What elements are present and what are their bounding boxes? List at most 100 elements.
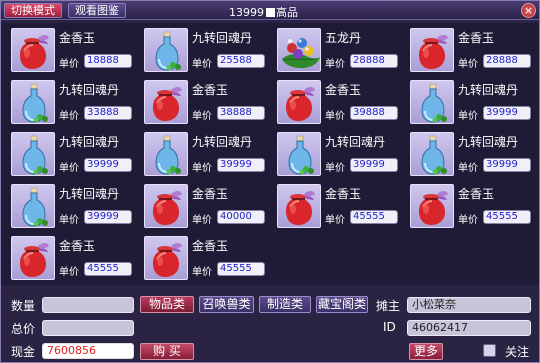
item-slot[interactable]: 金香玉单价 28888 (404, 25, 534, 76)
price-label: 单价 (325, 215, 345, 226)
item-name: 金香玉 (192, 83, 229, 97)
item-price: 39999 (350, 158, 398, 172)
item-price: 45555 (483, 210, 531, 224)
item-slot[interactable]: 金香玉 单价 40000 (138, 181, 268, 232)
item-slot[interactable]: 九转回魂丹 单价 39999 (5, 129, 135, 180)
category-items-tab[interactable]: 物品类 (140, 296, 194, 313)
stall-title: 13999 高品 (229, 4, 298, 20)
item-price: 39999 (483, 158, 531, 172)
category-crafting-tab[interactable]: 制造类 (259, 296, 311, 313)
item-name: 九转回魂丹 (192, 31, 253, 45)
item-slot[interactable]: 九转回魂丹单价 39999 (271, 129, 401, 180)
more-button[interactable]: 更多 (409, 343, 443, 360)
close-icon: × (523, 4, 534, 17)
red-pouch-icon (11, 28, 55, 72)
item-price: 25588 (217, 54, 265, 68)
price-label: 单价 (458, 59, 478, 70)
item-slot[interactable]: 九转回魂丹单价 39999 (138, 129, 268, 180)
item-slot[interactable]: 九转回魂丹 单价 25588 (138, 25, 268, 76)
red-pouch-icon (144, 80, 188, 124)
item-price: 39999 (217, 158, 265, 172)
view-catalog-button[interactable]: 观看图鉴 (68, 3, 126, 18)
item-slot[interactable]: 金香玉 单价 39888 (271, 77, 401, 128)
price-label: 单价 (59, 163, 79, 174)
owner-label: 摊主 (376, 299, 401, 313)
item-price: 33888 (84, 106, 132, 120)
item-slot[interactable]: 金香玉单价 45555 (5, 233, 135, 284)
item-price: 28888 (350, 54, 398, 68)
title-bar: 切换模式 观看图鉴 13999 高品 × (1, 1, 539, 20)
item-slot[interactable]: 九转回魂丹 单价 39999 (5, 181, 135, 232)
stall-window: 切换模式 观看图鉴 13999 高品 × 金香玉 单价 18888 九转回魂丹 单价 255… (0, 0, 540, 363)
item-price: 39999 (84, 158, 132, 172)
price-label: 单价 (325, 163, 345, 174)
id-label: ID (383, 320, 396, 334)
five-dragon-pill-icon (277, 28, 321, 72)
item-slot[interactable]: 金香玉 单价 45555 (138, 233, 268, 284)
category-pets-tab[interactable]: 召唤兽类 (199, 296, 254, 313)
price-label: 单价 (325, 59, 345, 70)
item-slot[interactable]: 金香玉单价 38888 (138, 77, 268, 128)
item-name: 五龙丹 (325, 31, 362, 45)
item-slot[interactable]: 九转回魂丹 单价 39999 (404, 77, 534, 128)
price-label: 单价 (192, 267, 212, 278)
square-icon (266, 8, 275, 17)
trade-panel: 数量 物品类 召唤兽类 制造类 藏宝阁类 摊主 小松菜奈 总价 ID 46062… (1, 286, 539, 362)
stall-grade: 高品 (276, 6, 298, 19)
item-name: 金香玉 (458, 187, 495, 201)
item-price: 39888 (350, 106, 398, 120)
item-name: 九转回魂丹 (192, 135, 253, 149)
follow-label: 关注 (505, 345, 530, 359)
price-label: 单价 (192, 163, 212, 174)
price-label: 单价 (458, 163, 478, 174)
item-price: 28888 (483, 54, 531, 68)
follow-checkbox[interactable] (483, 344, 496, 357)
item-slot[interactable]: 九转回魂丹 单价 33888 (5, 77, 135, 128)
red-pouch-icon (144, 236, 188, 280)
price-label: 单价 (59, 267, 79, 278)
price-label: 单价 (59, 59, 79, 70)
item-name: 金香玉 (325, 187, 362, 201)
price-label: 单价 (458, 111, 478, 122)
item-name: 金香玉 (325, 83, 362, 97)
item-name: 金香玉 (59, 31, 96, 45)
buy-button[interactable]: 购 买 (140, 343, 194, 360)
red-pouch-icon (410, 184, 454, 228)
item-name: 金香玉 (59, 239, 96, 253)
owner-name-field: 小松菜奈 (407, 297, 531, 313)
red-pouch-icon (277, 184, 321, 228)
price-label: 单价 (59, 111, 79, 122)
quantity-label: 数量 (11, 299, 36, 313)
item-name: 金香玉 (458, 31, 495, 45)
price-label: 单价 (192, 215, 212, 226)
item-slot[interactable]: 金香玉 单价 45555 (271, 181, 401, 232)
item-price: 18888 (84, 54, 132, 68)
item-grid: 金香玉 单价 18888 九转回魂丹 单价 25588 五龙丹 单价 28888 金香玉 单价 288… (1, 23, 539, 285)
blue-bottle-icon (11, 132, 55, 176)
blue-bottle-icon (277, 132, 321, 176)
total-price-field (42, 320, 134, 336)
item-slot[interactable]: 九转回魂丹单价 39999 (404, 129, 534, 180)
item-price: 45555 (84, 262, 132, 276)
price-label: 单价 (192, 111, 212, 122)
blue-bottle-icon (11, 184, 55, 228)
switch-mode-button[interactable]: 切换模式 (4, 3, 62, 18)
owner-id-field: 46062417 (407, 320, 531, 336)
item-slot[interactable]: 金香玉单价 45555 (404, 181, 534, 232)
red-pouch-icon (11, 236, 55, 280)
price-label: 单价 (59, 215, 79, 226)
item-price: 38888 (217, 106, 265, 120)
quantity-input[interactable] (42, 297, 134, 313)
red-pouch-icon (410, 28, 454, 72)
cash-field: 7600856 (42, 343, 134, 359)
item-name: 九转回魂丹 (458, 135, 519, 149)
category-treasure-tab[interactable]: 藏宝阁类 (316, 296, 368, 313)
price-label: 单价 (458, 215, 478, 226)
item-slot[interactable]: 金香玉单价 18888 (5, 25, 135, 76)
server-number: 13999 (229, 6, 264, 19)
item-name: 金香玉 (192, 239, 229, 253)
item-name: 九转回魂丹 (325, 135, 386, 149)
item-slot[interactable]: 五龙丹单价 28888 (271, 25, 401, 76)
item-price: 39999 (84, 210, 132, 224)
close-button[interactable]: × (521, 3, 536, 18)
